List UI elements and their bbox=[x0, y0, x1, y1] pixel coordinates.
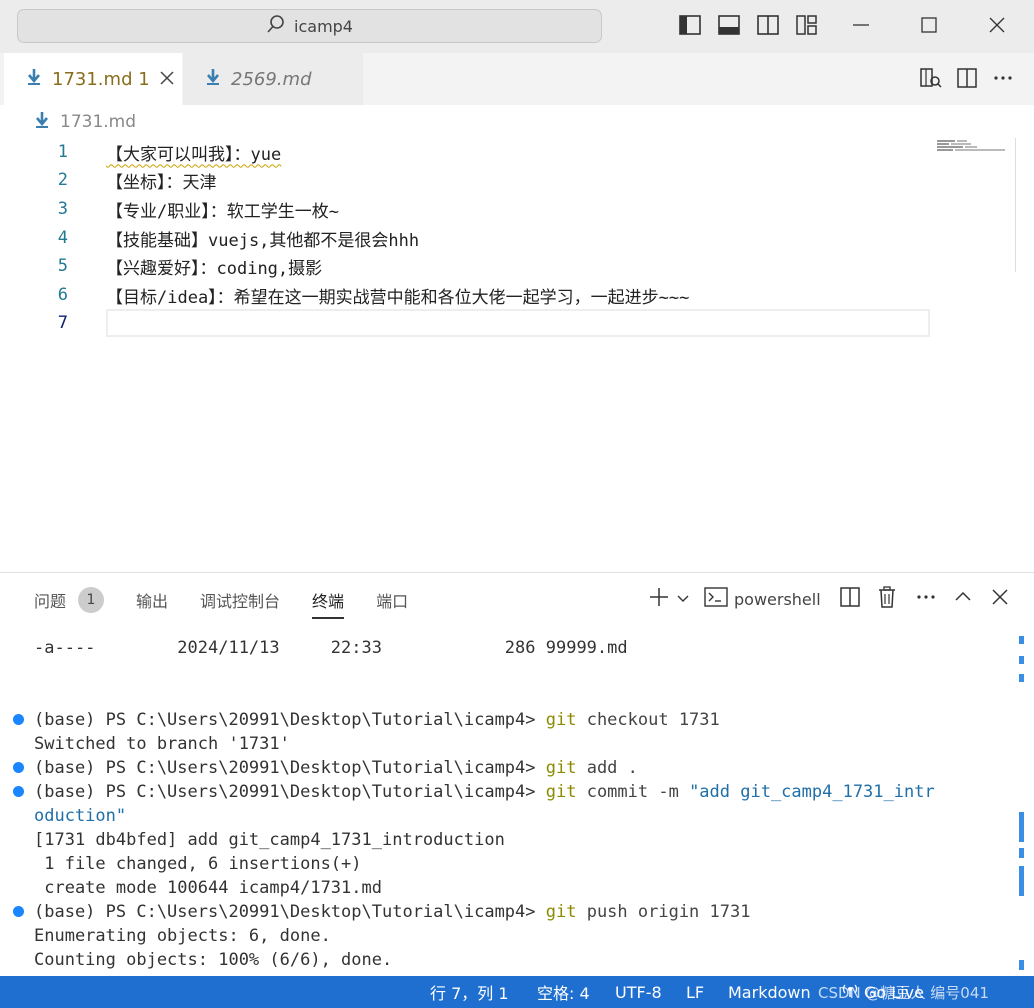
watermark: CSDN @糖豆人 编号041 bbox=[818, 983, 989, 1002]
breadcrumb[interactable]: 1731.md bbox=[34, 110, 136, 134]
tab-terminal[interactable]: 终端 bbox=[312, 585, 345, 619]
line-text: 【专业/职业】：软工学生一枚~ bbox=[106, 201, 339, 222]
split-editor-icon[interactable] bbox=[956, 67, 978, 93]
close-panel-icon[interactable] bbox=[991, 588, 1009, 610]
line-number: 1 bbox=[57, 142, 68, 162]
end-of-line[interactable]: LF bbox=[686, 976, 704, 1008]
terminal-line: (base) PS C:\Users\20991\Desktop\Tutoria… bbox=[34, 710, 720, 730]
editor-line[interactable]: 5 【兴趣爱好】：coding,摄影 bbox=[4, 252, 929, 280]
problems-count-badge: 1 bbox=[78, 587, 105, 613]
terminal-line: (base) PS C:\Users\20991\Desktop\Tutoria… bbox=[34, 782, 935, 802]
open-preview-icon[interactable] bbox=[920, 67, 942, 93]
editor-scrollbar[interactable] bbox=[1015, 138, 1033, 272]
chevron-down-icon[interactable] bbox=[676, 590, 690, 609]
toggle-panel-icon[interactable] bbox=[716, 12, 742, 38]
terminal-line: 1 file changed, 6 insertions(+) bbox=[34, 854, 362, 874]
minimize-icon[interactable] bbox=[848, 12, 874, 38]
indentation-setting[interactable]: 空格: 4 bbox=[537, 976, 590, 1008]
title-bar: icamp4 bbox=[0, 0, 1034, 53]
search-text: icamp4 bbox=[294, 16, 353, 36]
trash-icon[interactable] bbox=[877, 586, 897, 612]
breadcrumb-file: 1731.md bbox=[60, 112, 137, 132]
terminal-line: oduction" bbox=[34, 806, 127, 826]
terminal-scrollbar[interactable] bbox=[1019, 636, 1025, 980]
command-success-icon[interactable] bbox=[13, 786, 24, 797]
markdown-file-icon bbox=[26, 68, 42, 91]
terminal-shell-icon bbox=[704, 586, 728, 612]
maximize-panel-icon[interactable] bbox=[953, 587, 973, 611]
split-terminal-icon[interactable] bbox=[839, 586, 861, 612]
terminal-shell-selector[interactable]: powershell bbox=[734, 590, 821, 609]
line-text: 【坐标】：天津 bbox=[106, 172, 217, 193]
customize-layout-icon[interactable] bbox=[794, 12, 820, 38]
toggle-secondary-sidebar-icon[interactable] bbox=[755, 12, 781, 38]
line-text: 【技能基础】vuejs,其他都不是很会hhh bbox=[106, 230, 420, 251]
editor-line[interactable]: 4 【技能基础】vuejs,其他都不是很会hhh bbox=[4, 224, 929, 252]
language-mode[interactable]: Markdown bbox=[728, 976, 811, 1008]
editor-area[interactable]: 1 【大家可以叫我】：yue 2 【坐标】：天津 3 【专业/职业】：软工学生一… bbox=[4, 138, 1030, 570]
editor-tab-bar: 1731.md 1 2569.md bbox=[0, 53, 1034, 105]
line-number: 2 bbox=[57, 170, 68, 190]
command-center-search[interactable]: icamp4 bbox=[17, 9, 602, 43]
file-encoding[interactable]: UTF-8 bbox=[615, 976, 662, 1008]
terminal-line: (base) PS C:\Users\20991\Desktop\Tutoria… bbox=[34, 758, 638, 778]
terminal-output[interactable]: -a---- 2024/11/13 22:33 286 99999.md (ba… bbox=[0, 632, 1015, 974]
line-text: 【目标/idea】：希望在这一期实战营中能和各位大佬一起学习，一起进步~~~ bbox=[106, 287, 690, 308]
editor-line[interactable]: 1 【大家可以叫我】：yue bbox=[4, 138, 929, 166]
status-bar: 行 7，列 1 空格: 4 UTF-8 LF Markdown Go Live … bbox=[0, 976, 1034, 1008]
editor-line[interactable]: 2 【坐标】：天津 bbox=[4, 166, 929, 194]
editor-line[interactable]: 3 【专业/职业】：软工学生一枚~ bbox=[4, 195, 929, 223]
maximize-icon[interactable] bbox=[916, 12, 942, 38]
tab-problems[interactable]: 问题 1 bbox=[34, 585, 105, 615]
line-number: 6 bbox=[57, 285, 68, 305]
terminal-line: create mode 100644 icamp4/1731.md bbox=[34, 878, 382, 898]
command-success-icon[interactable] bbox=[13, 762, 24, 773]
terminal-line: Counting objects: 100% (6/6), done. bbox=[34, 950, 393, 970]
line-text: 【兴趣爱好】：coding,摄影 bbox=[106, 258, 323, 279]
editor-line[interactable]: 7 bbox=[4, 309, 929, 337]
tab-1731-md[interactable]: 1731.md 1 bbox=[4, 53, 182, 105]
line-number: 3 bbox=[57, 199, 68, 219]
editor-line[interactable]: 6 【目标/idea】：希望在这一期实战营中能和各位大佬一起学习，一起进步~~~ bbox=[4, 281, 929, 309]
line-text: 【大家可以叫我】：yue bbox=[106, 144, 282, 165]
line-number: 4 bbox=[57, 228, 68, 248]
command-success-icon[interactable] bbox=[13, 906, 24, 917]
terminal-line: (base) PS C:\Users\20991\Desktop\Tutoria… bbox=[34, 902, 751, 922]
more-actions-icon[interactable] bbox=[915, 586, 937, 612]
toggle-primary-sidebar-icon[interactable] bbox=[677, 12, 703, 38]
new-terminal-icon[interactable] bbox=[648, 586, 670, 612]
markdown-file-icon bbox=[205, 68, 221, 91]
more-actions-icon[interactable] bbox=[992, 67, 1014, 93]
line-number: 7 bbox=[57, 313, 68, 333]
markdown-file-icon bbox=[34, 111, 50, 134]
terminal-line: Enumerating objects: 6, done. bbox=[34, 926, 331, 946]
tab-output[interactable]: 输出 bbox=[136, 585, 168, 615]
tab-debug-console[interactable]: 调试控制台 bbox=[200, 585, 280, 615]
close-tab-icon[interactable] bbox=[160, 69, 174, 90]
panel-tab-bar: 问题 1 输出 调试控制台 终端 端口 bbox=[34, 585, 440, 619]
tab-label: 2569.md bbox=[231, 68, 312, 90]
panel-divider[interactable] bbox=[0, 572, 1034, 573]
tab-label: 1731.md 1 bbox=[52, 68, 150, 90]
terminal-line: [1731 db4bfed] add git_camp4_1731_introd… bbox=[34, 830, 505, 850]
tab-problem-count: 1 bbox=[138, 68, 150, 90]
terminal-line: Switched to branch '1731' bbox=[34, 734, 290, 754]
tab-ports[interactable]: 端口 bbox=[376, 585, 408, 615]
terminal-line: -a---- 2024/11/13 22:33 286 99999.md bbox=[34, 638, 628, 658]
line-number: 5 bbox=[57, 256, 68, 276]
tab-2569-md[interactable]: 2569.md bbox=[183, 53, 363, 105]
cursor-position[interactable]: 行 7，列 1 bbox=[430, 976, 509, 1008]
close-window-icon[interactable] bbox=[984, 12, 1010, 38]
minimap[interactable] bbox=[937, 138, 1017, 152]
search-icon bbox=[266, 14, 286, 38]
command-success-icon[interactable] bbox=[13, 714, 24, 725]
